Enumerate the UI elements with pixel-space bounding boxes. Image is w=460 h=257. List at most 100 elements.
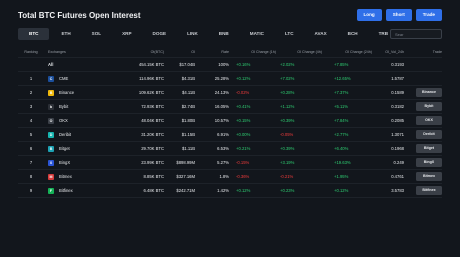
trade-button[interactable]: Trade: [415, 9, 442, 21]
trade-cell: [410, 58, 442, 71]
table-row[interactable]: 7 X BingX 23.99K BTC $898.99M 5.27% -0.15% +3.1…: [18, 156, 442, 170]
trade-exchange-button[interactable]: Bybit: [416, 102, 442, 111]
tab-sol[interactable]: SOL: [83, 28, 110, 40]
page-title: Total BTC Futures Open Interest: [18, 11, 141, 20]
rate-cell: 1.42%: [217, 188, 229, 193]
rank-cell: 9: [29, 188, 33, 193]
rank-cell: 1: [29, 76, 33, 81]
exchange-name: Bitget: [59, 146, 70, 151]
table-row[interactable]: 3 b Bybit 72.93K BTC $2.74B 16.05% +0.41% +1.12…: [18, 100, 442, 114]
exchange-logo-icon: B: [48, 145, 54, 152]
change-24h-cell: +6.40%: [334, 146, 349, 151]
rate-cell: 25.28%: [214, 76, 229, 81]
tab-xrp[interactable]: XRP: [113, 28, 140, 40]
tab-avax[interactable]: AVAX: [306, 28, 336, 40]
exchange-logo-icon: B: [48, 89, 54, 96]
table-row[interactable]: 5 D Deribit 31.20K BTC $1.15B 6.91% +0.00% -0.0…: [18, 128, 442, 142]
trade-cell: [410, 72, 442, 85]
rank-cell: 7: [29, 160, 33, 165]
change-4h-cell: +0.39%: [280, 118, 295, 123]
tab-btc[interactable]: BTC: [18, 28, 50, 40]
oi-vol-cell: 0.3193: [391, 62, 404, 67]
rank-cell: 3: [29, 104, 33, 109]
change-4h-cell: +0.23%: [280, 188, 295, 193]
table-row[interactable]: 9 F Bitfinex 6.48K BTC $242.71M 1.42% +0.12% +0…: [18, 184, 442, 198]
trade-exchange-button[interactable]: Bitfinex: [416, 186, 442, 195]
change-1h-cell: +0.41%: [236, 104, 251, 109]
exchange-cell: B Binance: [48, 86, 118, 99]
exchange-name: Bybit: [59, 104, 69, 109]
change-24h-cell: +2.77%: [334, 132, 349, 137]
change-24h-cell: +1.95%: [334, 174, 349, 179]
rate-cell: 5.27%: [217, 160, 229, 165]
col-exchanges[interactable]: Exchanges: [48, 46, 118, 57]
trade-cell: Bitget: [410, 142, 442, 155]
exchange-cell: C CME: [48, 72, 118, 85]
exchange-cell: O OKX: [48, 114, 118, 127]
change-24h-cell: +5.11%: [334, 104, 349, 109]
col-change-4h[interactable]: OI Change (4h): [280, 46, 322, 57]
col-oi-vol[interactable]: OI_Vol_24h: [378, 46, 404, 57]
change-24h-cell: +19.63%: [334, 160, 351, 165]
tab-matic[interactable]: MATIC: [241, 28, 273, 40]
search-input[interactable]: Sear: [390, 29, 442, 39]
exchange-cell: M Bitmex: [48, 170, 118, 183]
rank-cell: 6: [29, 146, 33, 151]
change-24h-cell: +7.84%: [334, 118, 349, 123]
tab-doge[interactable]: DOGE: [144, 28, 176, 40]
col-ranking[interactable]: Ranking: [18, 46, 44, 57]
col-change-1h[interactable]: OI Change (1h): [236, 46, 276, 57]
exchange-name: CME: [59, 76, 69, 81]
table-row[interactable]: 8 M Bitmex 8.85K BTC $327.16M 1.8% -0.36% -0.21…: [18, 170, 442, 184]
exchange-name: All: [48, 62, 54, 67]
exchange-cell: D Deribit: [48, 128, 118, 141]
change-4h-cell: -0.05%: [280, 132, 294, 137]
oi-vol-cell: 0.1968: [391, 146, 404, 151]
rate-cell: 10.57%: [214, 118, 229, 123]
change-4h-cell: +7.02%: [280, 76, 295, 81]
change-4h-cell: +2.02%: [280, 62, 295, 67]
tab-link[interactable]: LINK: [178, 28, 207, 40]
table-row[interactable]: 6 B Bitget 29.70K BTC $1.11B 6.53% +0.21% +0.39…: [18, 142, 442, 156]
trade-exchange-button[interactable]: Deribit: [416, 130, 442, 139]
trade-exchange-button[interactable]: OKX: [416, 116, 442, 125]
change-24h-cell: +7.85%: [334, 62, 349, 67]
exchange-logo-icon: X: [48, 159, 54, 166]
exchange-name: OKX: [59, 118, 68, 123]
table-row[interactable]: All 454.15K BTC $17.04B 100% +0.16% +2.02% +7.…: [18, 58, 442, 72]
rank-cell: [18, 58, 44, 71]
change-24h-cell: +7.37%: [334, 90, 349, 95]
trade-cell: OKX: [410, 114, 442, 127]
exchange-logo-icon: O: [48, 117, 54, 124]
exchange-logo-icon: b: [48, 103, 54, 110]
tab-ltc[interactable]: LTC: [276, 28, 303, 40]
table-row[interactable]: 2 B Binance 109.62K BTC $4.11B 24.13% -0.02% +0…: [18, 86, 442, 100]
oi-vol-cell: 0.3182: [391, 104, 404, 109]
trade-exchange-button[interactable]: Binance: [416, 88, 442, 97]
trade-exchange-button[interactable]: BingX: [416, 158, 442, 167]
table-row[interactable]: 4 O OKX 48.04K BTC $1.80B 10.57% +0.15% +0.39% +…: [18, 114, 442, 128]
oi-vol-cell: 3.5783: [391, 188, 404, 193]
long-button[interactable]: Long: [356, 9, 382, 21]
table-row[interactable]: 1 C CME 114.96K BTC $4.31B 25.28% +0.12% +7.02%…: [18, 72, 442, 86]
change-24h-cell: +0.12%: [334, 188, 349, 193]
change-1h-cell: -0.02%: [236, 90, 250, 95]
change-1h-cell: +0.15%: [236, 118, 251, 123]
change-4h-cell: -0.21%: [280, 174, 294, 179]
change-24h-cell: +12.65%: [334, 76, 351, 81]
rate-cell: 1.8%: [219, 174, 229, 179]
exchange-name: Bitmex: [59, 174, 72, 179]
trade-exchange-button[interactable]: Bitmex: [416, 172, 442, 181]
short-button[interactable]: Short: [385, 9, 412, 21]
exchange-name: Bitfinex: [59, 188, 73, 193]
tab-eth[interactable]: ETH: [52, 28, 79, 40]
exchange-cell: B Bitget: [48, 142, 118, 155]
col-change-24h[interactable]: OI Change (24h): [334, 46, 372, 57]
tab-bch[interactable]: BCH: [339, 28, 367, 40]
tab-bnb[interactable]: BNB: [210, 28, 238, 40]
trade-exchange-button[interactable]: Bitget: [416, 144, 442, 153]
change-1h-cell: -0.15%: [236, 160, 250, 165]
rate-cell: 6.91%: [217, 132, 229, 137]
change-4h-cell: +0.39%: [280, 146, 295, 151]
col-rate[interactable]: Rate: [182, 46, 229, 57]
